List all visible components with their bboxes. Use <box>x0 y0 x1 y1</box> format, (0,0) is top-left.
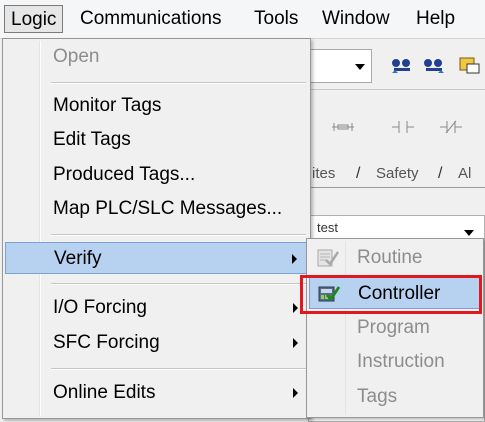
browse-icon[interactable] <box>458 55 482 80</box>
find-icon[interactable] <box>390 55 414 80</box>
menu-item-label: Routine <box>357 247 423 268</box>
menu-tools[interactable]: Tools <box>248 5 304 33</box>
menu-item-label: Tags <box>357 386 398 407</box>
menu-item-label: Monitor Tags <box>53 95 162 116</box>
menu-help[interactable]: Help <box>410 5 461 33</box>
verify-routine-icon <box>317 247 340 267</box>
submenu-arrow-icon <box>293 338 298 348</box>
instruction-tabs: ites / Safety / Al <box>300 161 485 188</box>
menu-item-monitor-tags[interactable]: Monitor Tags <box>5 90 308 122</box>
xic-contact-icon[interactable] <box>390 117 416 142</box>
panel-title: test <box>317 220 338 235</box>
menu-item-edit-tags[interactable]: Edit Tags <box>5 124 308 156</box>
submenu-arrow-icon <box>293 303 298 313</box>
menu-item-online-edits[interactable]: Online Edits <box>5 377 308 409</box>
menu-item-label: Program <box>357 317 430 338</box>
menu-separator <box>51 368 306 370</box>
tab-alarms[interactable]: Al <box>458 163 471 185</box>
verify-submenu: Routine Controller Program Instruction T… <box>306 238 484 418</box>
menu-item-routine[interactable]: Routine <box>309 242 481 274</box>
menu-window[interactable]: Window <box>316 5 396 33</box>
menu-item-tags[interactable]: Tags <box>309 381 481 413</box>
find-next-icon[interactable] <box>422 55 446 80</box>
menu-item-label: Map PLC/SLC Messages... <box>53 198 283 219</box>
menu-item-label: Instruction <box>357 351 445 372</box>
chevron-down-icon <box>355 64 365 70</box>
menu-item-label: Produced Tags... <box>53 164 196 185</box>
menu-item-verify[interactable]: Verify <box>5 242 308 274</box>
annotation-highlight-box <box>300 275 482 314</box>
menu-item-map-plc-slc-messages[interactable]: Map PLC/SLC Messages... <box>5 193 308 225</box>
menu-item-label: Open <box>53 46 100 67</box>
xio-contact-icon[interactable] <box>438 117 464 142</box>
menu-logic[interactable]: Logic <box>4 5 64 33</box>
chevron-down-icon[interactable] <box>464 230 474 236</box>
toolbar-divider <box>300 89 485 90</box>
tab-divider: / <box>438 165 443 182</box>
submenu-arrow-icon <box>293 388 298 398</box>
menu-item-sfc-forcing[interactable]: SFC Forcing <box>5 327 308 359</box>
menu-bar: Logic Communications Tools Window Help <box>0 0 485 39</box>
submenu-arrow-icon <box>292 254 297 264</box>
menu-separator <box>51 283 306 285</box>
menu-communications[interactable]: Communications <box>74 5 228 33</box>
menu-item-label: Verify <box>54 248 102 269</box>
menu-item-program[interactable]: Program <box>309 312 481 344</box>
tab-divider: / <box>356 165 361 182</box>
menu-item-label: I/O Forcing <box>53 297 147 318</box>
menu-item-io-forcing[interactable]: I/O Forcing <box>5 292 308 324</box>
toolbar-combo[interactable] <box>308 49 372 83</box>
menu-item-instruction[interactable]: Instruction <box>309 346 481 378</box>
menu-item-produced-tags[interactable]: Produced Tags... <box>5 159 308 191</box>
logic-menu: Open Monitor Tags Edit Tags Produced Tag… <box>2 38 311 419</box>
tab-safety[interactable]: Safety <box>376 163 419 185</box>
tab-favorites[interactable]: ites <box>312 163 335 185</box>
menu-separator <box>51 234 306 236</box>
menu-item-open[interactable]: Open <box>5 41 308 73</box>
menu-item-label: Edit Tags <box>53 129 131 150</box>
menu-item-label: Online Edits <box>53 382 156 403</box>
menu-item-label: SFC Forcing <box>53 332 160 353</box>
menu-separator <box>51 82 306 84</box>
ladder-branch-icon[interactable] <box>330 117 356 142</box>
